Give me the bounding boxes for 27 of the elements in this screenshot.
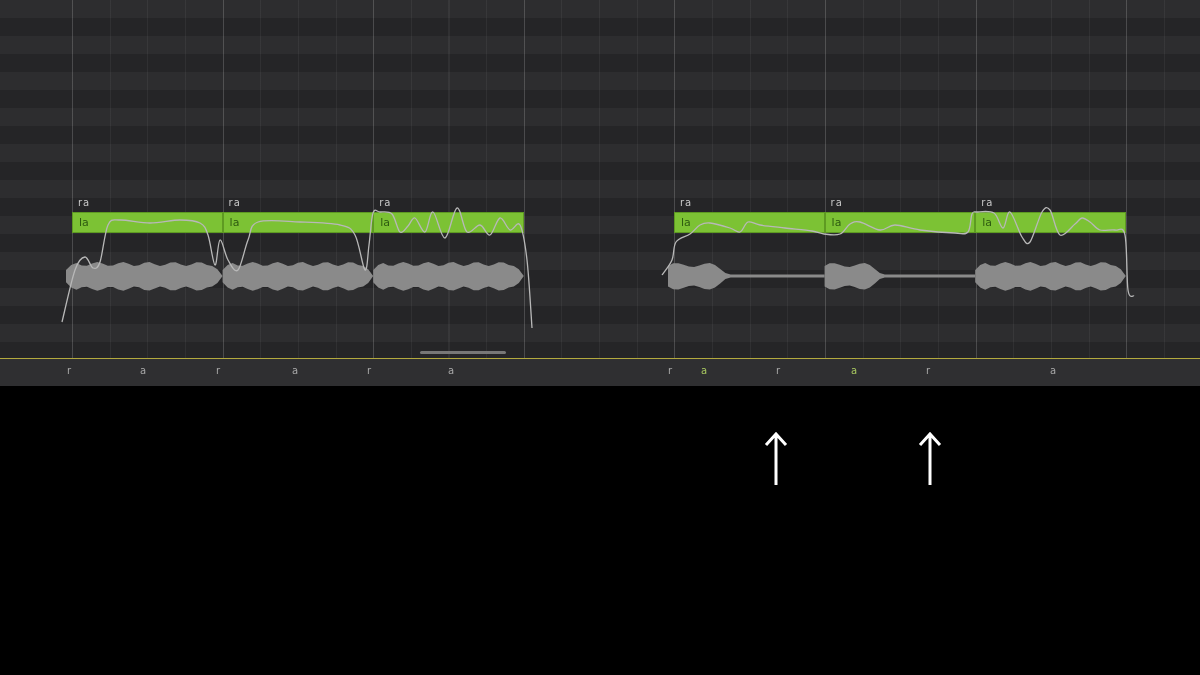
note[interactable]: la: [824, 212, 976, 233]
phoneme[interactable]: a: [140, 365, 147, 376]
phoneme[interactable]: r: [67, 365, 72, 376]
up-arrow: [764, 431, 788, 487]
note[interactable]: la: [72, 212, 223, 233]
note[interactable]: la: [674, 212, 825, 233]
note[interactable]: la: [373, 212, 524, 233]
note-phonemes: ra: [980, 196, 995, 210]
note-phonemes: ra: [679, 196, 694, 210]
phoneme[interactable]: r: [668, 365, 673, 376]
phoneme[interactable]: r: [367, 365, 372, 376]
note[interactable]: la: [222, 212, 374, 233]
note-phonemes: ra: [227, 196, 242, 210]
phoneme[interactable]: a: [1050, 365, 1057, 376]
scrollbar-handle[interactable]: [420, 351, 506, 354]
note-phonemes: ra: [77, 196, 92, 210]
phoneme[interactable]: r: [926, 365, 931, 376]
phoneme[interactable]: a: [701, 365, 708, 376]
phoneme[interactable]: a: [448, 365, 455, 376]
phoneme[interactable]: a: [851, 365, 858, 376]
note-phonemes: ra: [829, 196, 844, 210]
phoneme[interactable]: r: [216, 365, 221, 376]
phoneme[interactable]: r: [776, 365, 781, 376]
note[interactable]: la: [975, 212, 1126, 233]
phoneme[interactable]: a: [292, 365, 299, 376]
up-arrow: [918, 431, 942, 487]
note-phonemes: ra: [378, 196, 393, 210]
